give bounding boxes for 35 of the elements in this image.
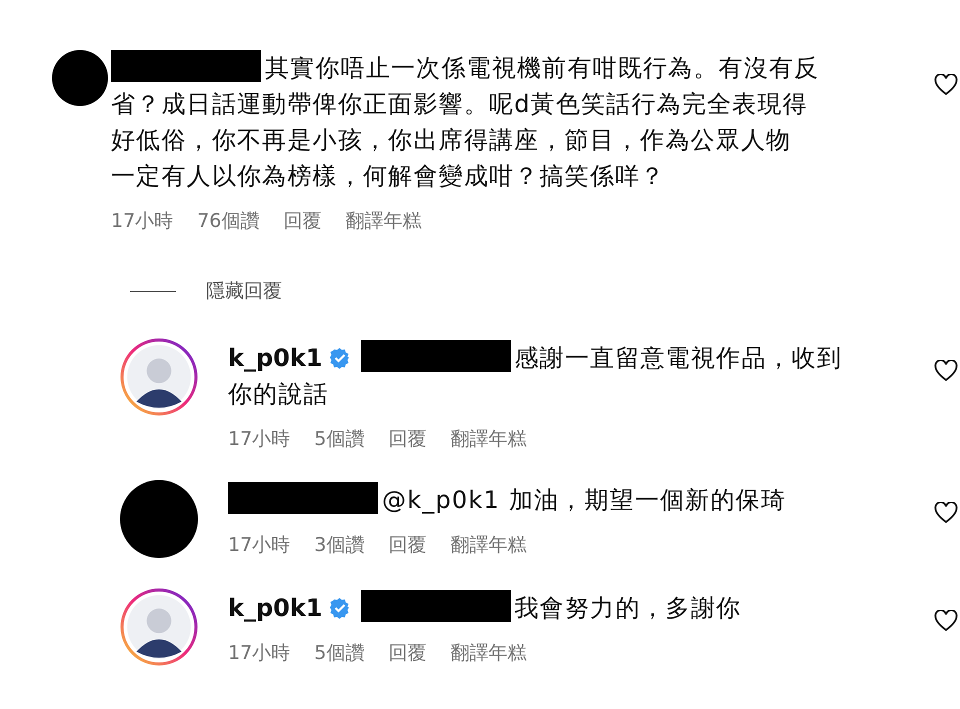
avatar-icon[interactable] (120, 588, 198, 666)
comment-time: 17小時 (228, 641, 290, 666)
comment-time: 17小時 (111, 209, 174, 234)
comment-text: 感謝一直留意電視作品，收到 (514, 344, 842, 372)
comment-text: 我會努力的，多謝你 (514, 594, 742, 622)
translate-link[interactable]: 翻譯年糕 (345, 208, 422, 234)
comment-time: 17小時 (228, 533, 290, 558)
like-count[interactable]: 5個讚 (314, 640, 364, 666)
hide-replies-link[interactable]: 隱藏回覆 (206, 278, 282, 304)
username[interactable]: k_p0k1 (228, 344, 322, 372)
reply-link[interactable]: 回覆 (283, 208, 322, 234)
like-count[interactable]: 76個讚 (197, 208, 260, 234)
translate-link[interactable]: 翻譯年糕 (450, 640, 526, 666)
comment-time: 17小時 (228, 427, 290, 452)
heart-icon[interactable] (934, 502, 958, 524)
redacted-avatar[interactable] (120, 480, 198, 558)
comment-text: @k_p0k1 加油，期望一個新的保琦 (382, 486, 786, 514)
translate-link[interactable]: 翻譯年糕 (450, 532, 526, 558)
heart-icon[interactable] (934, 360, 958, 382)
like-count[interactable]: 5個讚 (314, 426, 364, 452)
comment-text: 省？成日話運動帶俾你正面影響。呢d黃色笑話行為完全表現得 (111, 89, 808, 120)
avatar-icon[interactable] (120, 338, 198, 416)
reply-link[interactable]: 回覆 (388, 426, 426, 452)
comment-text: 一定有人以你為榜樣，何解會變成咁？搞笑係咩？ (111, 161, 666, 192)
username[interactable]: k_p0k1 (228, 594, 322, 622)
like-count[interactable]: 3個讚 (314, 532, 364, 558)
heart-icon[interactable] (934, 610, 958, 632)
redacted-avatar[interactable] (52, 50, 108, 106)
heart-icon[interactable] (934, 74, 958, 96)
translate-link[interactable]: 翻譯年糕 (450, 426, 526, 452)
comment-text: 其實你唔止一次係電視機前有咁既行為。有沒有反 (265, 54, 820, 82)
reply-link[interactable]: 回覆 (388, 640, 426, 666)
comment-text: 你的說話 (228, 379, 329, 410)
reply-link[interactable]: 回覆 (388, 532, 426, 558)
comment-text: 好低俗，你不再是小孩，你出席得講座，節目，作為公眾人物 (111, 125, 792, 156)
